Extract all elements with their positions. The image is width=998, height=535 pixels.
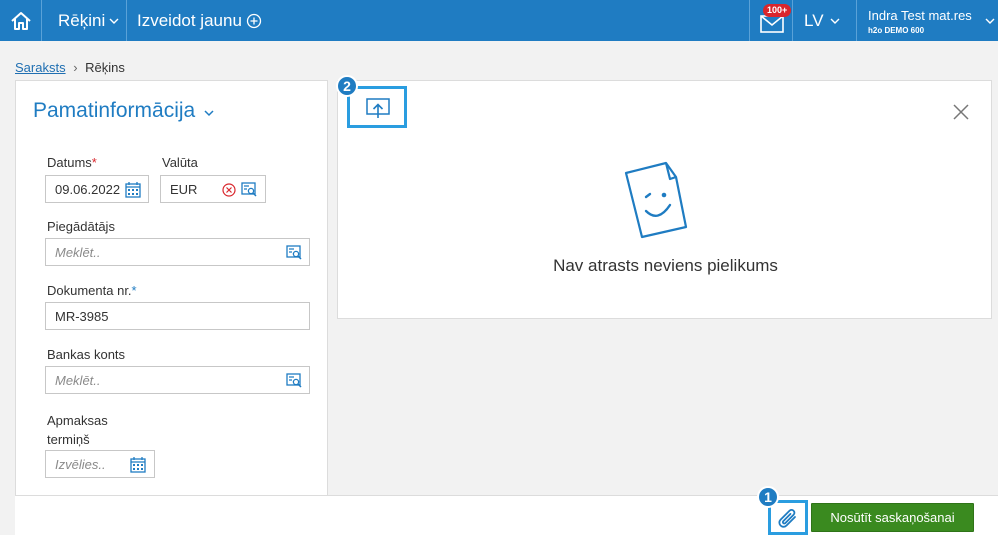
lookup-icon[interactable]: [286, 373, 302, 388]
lookup-icon[interactable]: [286, 245, 302, 260]
date-field[interactable]: 09.06.2022: [45, 175, 149, 203]
clear-icon[interactable]: [222, 183, 236, 197]
document-number-label-text: Dokumenta nr.: [47, 283, 132, 298]
home-icon: [10, 11, 31, 30]
bank-account-label: Bankas konts: [47, 347, 126, 362]
attach-file-button[interactable]: [771, 503, 805, 535]
callout-2: 2: [336, 75, 358, 97]
breadcrumb: Saraksts › Rēķins: [15, 60, 125, 75]
date-value: 09.06.2022: [55, 181, 121, 197]
user-company: h2o DEMO 600: [868, 26, 925, 35]
notifications-badge: 100+: [763, 4, 792, 17]
user-name: Indra Test mat.res: [868, 8, 972, 23]
breadcrumb-list-link[interactable]: Saraksts: [15, 60, 66, 75]
divider: [126, 0, 127, 41]
payment-term-label-line1: Apmaksas: [47, 413, 108, 428]
close-button[interactable]: [950, 101, 972, 123]
section-title: Pamatinformācija: [33, 99, 196, 122]
divider: [792, 0, 793, 41]
calendar-icon[interactable]: [125, 181, 141, 198]
date-label-text: Datums: [47, 155, 92, 170]
home-button[interactable]: [0, 0, 42, 41]
bank-account-search-input[interactable]: Meklēt..: [45, 366, 310, 394]
chevron-down-icon: [204, 110, 214, 117]
required-marker: *: [131, 283, 137, 298]
top-navigation-bar: Rēķini Izveidot jaunu 100+ LV Indra Test…: [0, 0, 998, 41]
lookup-icon[interactable]: [241, 182, 257, 197]
currency-field[interactable]: EUR: [160, 175, 266, 203]
breadcrumb-separator: ›: [73, 60, 78, 75]
payment-term-placeholder: Izvēlies..: [55, 456, 106, 472]
document-number-input[interactable]: MR-3985: [45, 302, 310, 330]
paperclip-icon: [778, 509, 796, 528]
currency-value: EUR: [170, 181, 198, 197]
close-icon: [953, 104, 969, 120]
payment-term-picker[interactable]: Izvēlies..: [45, 450, 155, 478]
currency-label: Valūta: [162, 155, 198, 170]
no-attachments-message: Nav atrasts neviens pielikums: [553, 256, 778, 275]
supplier-search-input[interactable]: Meklēt..: [45, 238, 310, 266]
calendar-icon[interactable]: [130, 456, 146, 473]
chevron-down-icon: [830, 18, 840, 24]
supplier-placeholder: Meklēt..: [55, 244, 101, 260]
document-number-value: MR-3985: [55, 308, 109, 324]
create-new-label: Izveidot jaunu: [137, 10, 242, 30]
date-label: Datums*: [47, 155, 97, 170]
basic-info-toggle[interactable]: Pamatinformācija: [33, 99, 215, 123]
invoices-menu[interactable]: Rēķini: [58, 0, 120, 41]
chevron-down-icon: [985, 18, 995, 24]
payment-term-label-line2: termiņš: [47, 432, 90, 447]
create-new-menu[interactable]: Izveidot jaunu: [137, 0, 262, 41]
empty-document-illustration-icon: [624, 161, 688, 239]
plus-circle-icon: [246, 13, 262, 28]
language-label: LV: [804, 10, 824, 30]
attachments-panel: Nav atrasts neviens pielikums: [337, 80, 992, 319]
supplier-label: Piegādātājs: [47, 219, 115, 234]
payment-term-label: Apmaksas termiņš: [47, 411, 108, 449]
send-for-approval-button[interactable]: Nosūtīt saskaņošanai: [811, 503, 974, 532]
breadcrumb-current: Rēķins: [85, 60, 125, 75]
required-marker: *: [91, 155, 97, 170]
callout-1: 1: [757, 486, 779, 508]
envelope-icon: [760, 14, 784, 33]
document-number-label: Dokumenta nr.*: [47, 283, 137, 298]
bank-account-placeholder: Meklēt..: [55, 372, 101, 388]
chevron-down-icon: [109, 18, 119, 24]
basic-info-panel: Pamatinformācija Datums* 09.06.2022 Valū…: [15, 80, 328, 500]
divider: [749, 0, 750, 41]
invoices-menu-label: Rēķini: [58, 10, 106, 30]
language-selector[interactable]: LV: [804, 0, 841, 41]
